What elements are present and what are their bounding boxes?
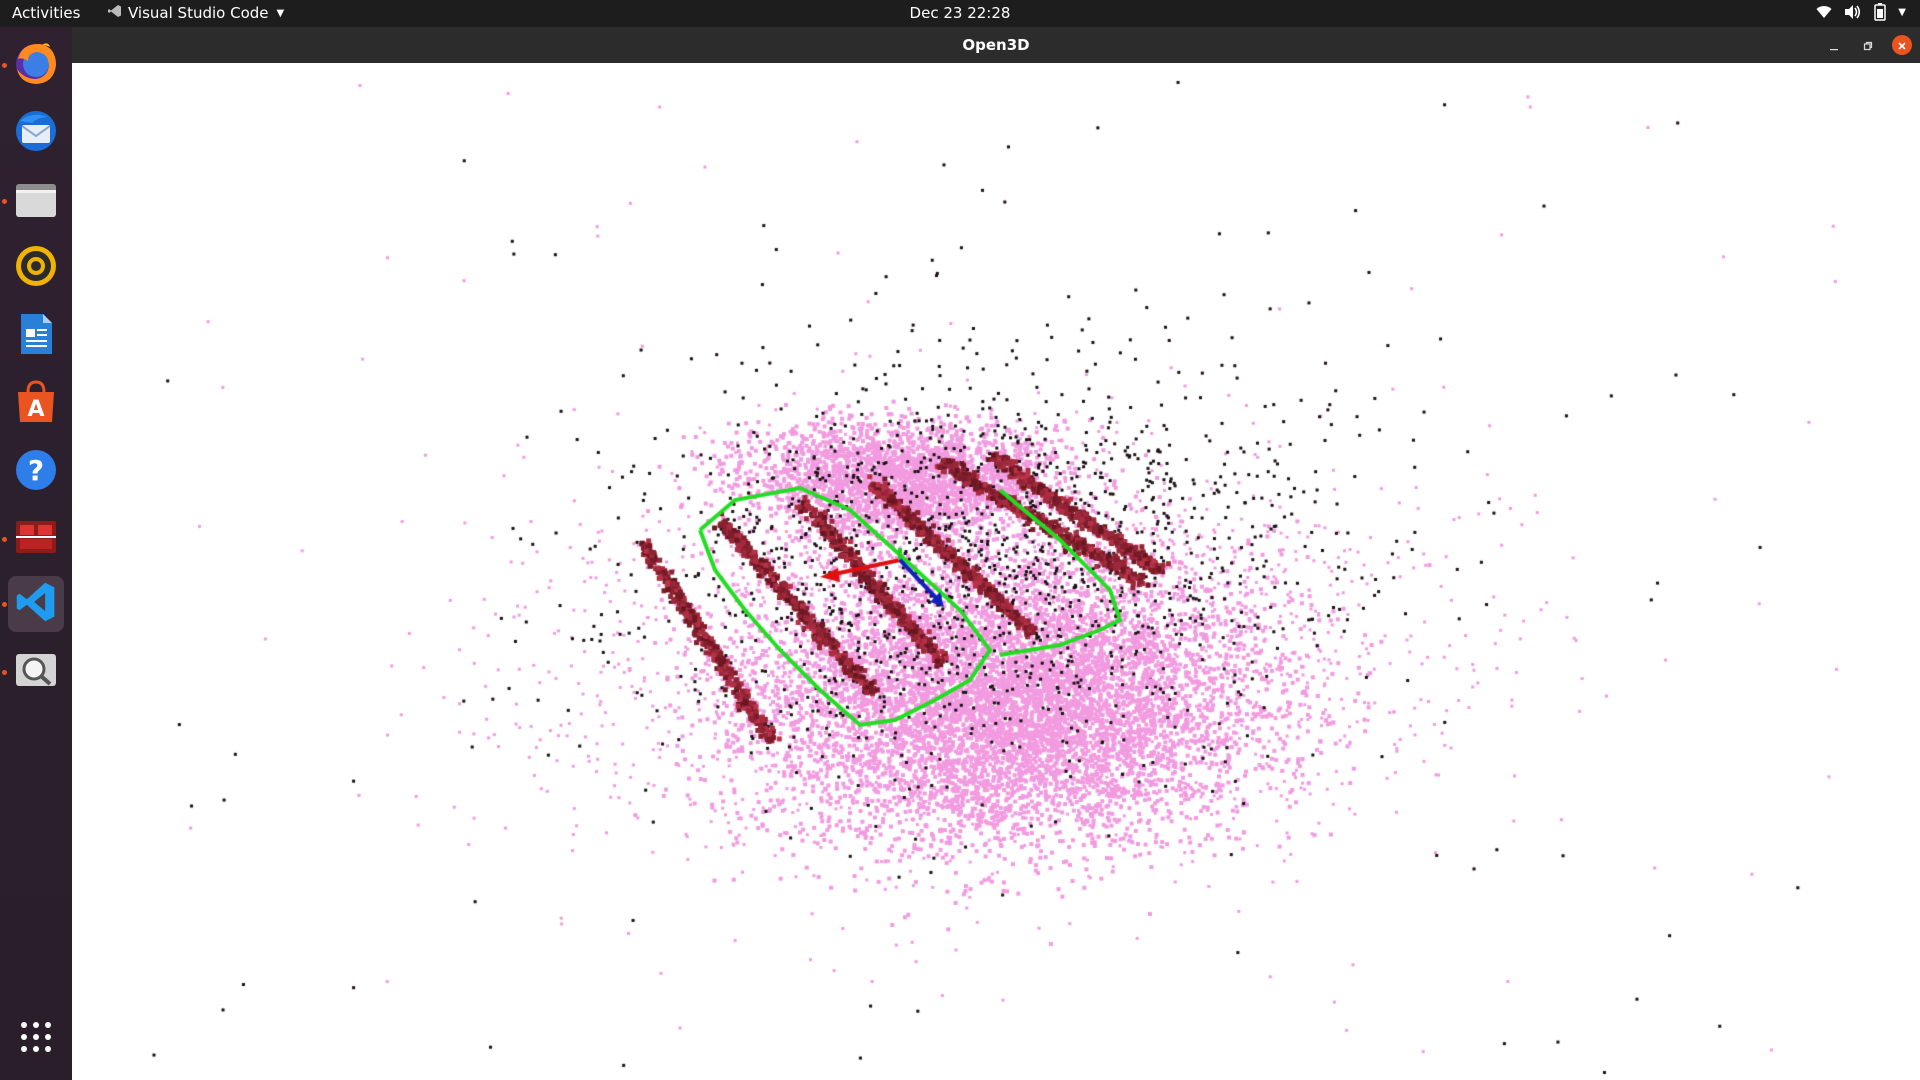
rhythmbox-icon	[12, 242, 60, 294]
thunderbird-icon	[12, 107, 60, 159]
clock[interactable]: Dec 23 22:28	[910, 4, 1011, 22]
svg-text:A: A	[27, 397, 44, 422]
open3d-viewport[interactable]	[72, 63, 1920, 1080]
software-icon: A	[12, 378, 60, 430]
close-button[interactable]	[1892, 35, 1912, 55]
firefox-icon	[12, 39, 60, 91]
dock-item-open3d-app[interactable]	[8, 511, 64, 567]
dock-item-ubuntu-software[interactable]: A	[8, 376, 64, 432]
running-indicator	[2, 537, 7, 542]
vscode-icon	[14, 580, 58, 628]
dock-item-rhythmbox[interactable]	[8, 240, 64, 296]
dock-item-help[interactable]: ?	[8, 444, 64, 500]
dock-item-libreoffice-writer[interactable]	[8, 308, 64, 364]
dock-item-thunderbird[interactable]	[8, 105, 64, 161]
maximize-button[interactable]	[1858, 35, 1878, 55]
volume-icon	[1844, 4, 1862, 20]
maximize-icon	[1863, 36, 1873, 55]
magnifier-icon	[12, 646, 60, 698]
dock-item-image-viewer[interactable]	[8, 644, 64, 700]
dock-item-firefox[interactable]	[8, 37, 64, 93]
open3d-app-icon	[12, 513, 60, 565]
svg-text:?: ?	[28, 454, 44, 487]
dock: A ?	[0, 27, 72, 1080]
minimize-icon	[1829, 36, 1839, 55]
running-indicator	[2, 199, 7, 204]
dock-item-files[interactable]	[8, 173, 64, 229]
battery-icon	[1874, 3, 1887, 21]
top-bar: Activities Visual Studio Code ▼ Dec 23 2…	[0, 0, 1920, 27]
point-cloud-canvas[interactable]	[72, 63, 1920, 1080]
running-indicator	[2, 63, 7, 68]
close-icon	[1897, 36, 1907, 55]
show-applications-icon	[16, 1022, 56, 1061]
dock-item-vscode[interactable]	[8, 576, 64, 632]
help-icon: ?	[12, 446, 60, 498]
running-indicator	[2, 670, 7, 675]
window-titlebar[interactable]: Open3D	[72, 27, 1920, 63]
show-applications-button[interactable]	[16, 1017, 56, 1057]
window-title: Open3D	[962, 36, 1030, 54]
wifi-icon	[1816, 5, 1832, 19]
system-menu-caret-icon: ▼	[1898, 6, 1906, 18]
running-indicator	[2, 602, 7, 607]
files-icon	[12, 175, 60, 227]
writer-icon	[12, 310, 60, 362]
minimize-button[interactable]	[1824, 35, 1844, 55]
system-tray[interactable]: ▼	[1816, 3, 1906, 21]
